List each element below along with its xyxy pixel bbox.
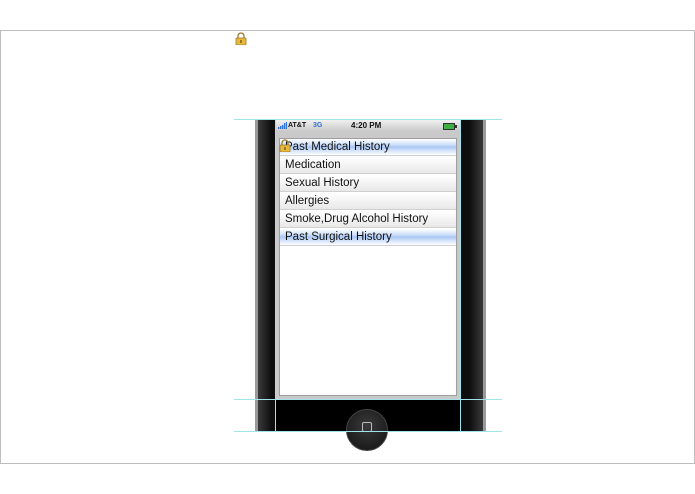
- list-item-past-surgical-history[interactable]: Past Surgical History: [280, 229, 456, 246]
- status-bar: AT&T 3G 4:20 PM: [275, 120, 461, 132]
- list-item-label: Past Surgical History: [285, 231, 392, 243]
- list-item-label: Smoke,Drug Alcohol History: [285, 213, 429, 225]
- phone-screen: AT&T 3G 4:20 PM Past Medical History Med…: [275, 120, 461, 399]
- list-item-label: Past Medical History: [285, 141, 390, 153]
- list-item-allergies[interactable]: Allergies: [280, 193, 456, 210]
- list-item-smoke-drug-alcohol-history[interactable]: Smoke,Drug Alcohol History: [280, 211, 456, 228]
- signal-bars-icon: [278, 122, 287, 129]
- guide-line: [460, 119, 461, 432]
- home-button-icon[interactable]: [346, 409, 388, 451]
- status-time: 4:20 PM: [351, 121, 382, 130]
- list-item-label: Allergies: [285, 195, 330, 207]
- battery-icon: [443, 123, 457, 130]
- list-item-medication[interactable]: Medication: [280, 157, 456, 174]
- network-label: 3G: [313, 122, 323, 129]
- list-item-past-medical-history[interactable]: Past Medical History: [280, 139, 456, 156]
- lock-icon: [235, 32, 247, 45]
- lock-icon: [279, 139, 291, 152]
- list-item-label: Sexual History: [285, 177, 360, 189]
- history-menu-list: Past Medical History Medication Sexual H…: [279, 138, 457, 396]
- carrier-label: AT&T: [288, 122, 307, 129]
- phone-bottom-bezel: [275, 399, 461, 451]
- list-item-label: Medication: [285, 159, 341, 171]
- list-item-sexual-history[interactable]: Sexual History: [280, 175, 456, 192]
- guide-line: [275, 119, 276, 432]
